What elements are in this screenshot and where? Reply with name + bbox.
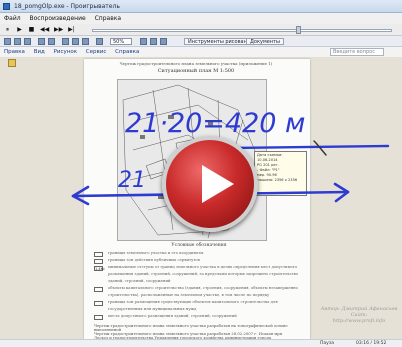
play-icon [202, 165, 234, 203]
formula-underline [230, 144, 390, 150]
annotation-formula: 21·20=420 м [125, 108, 305, 139]
annotation-partial-number: 21 [118, 168, 146, 193]
play-button[interactable] [162, 136, 258, 232]
